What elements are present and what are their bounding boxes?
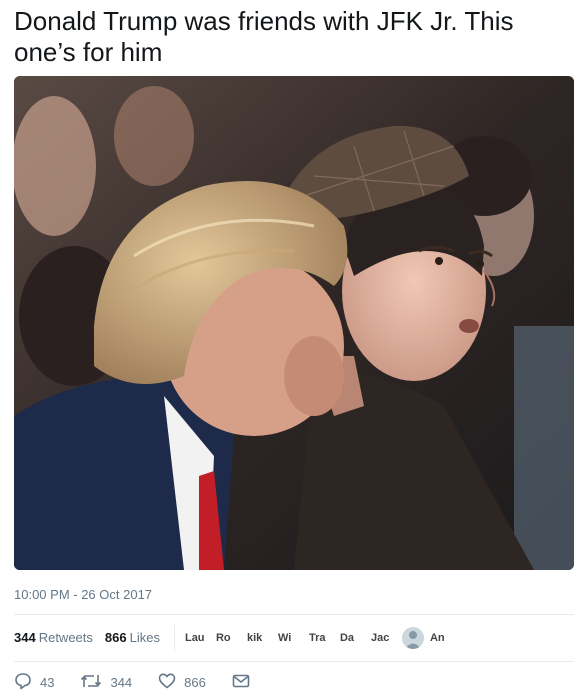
retweets-stat[interactable]: 344 Retweets: [14, 630, 93, 645]
retweet-button[interactable]: 344: [80, 672, 132, 693]
retweets-label: Retweets: [38, 630, 93, 645]
divider: [14, 661, 574, 662]
tweet-timestamp[interactable]: 10:00 PM - 26 Oct 2017: [14, 587, 152, 602]
tweet-photo[interactable]: [14, 76, 574, 570]
likes-label: Likes: [129, 630, 160, 645]
liker-avatar[interactable]: An: [430, 629, 456, 647]
stats-separator: [173, 624, 175, 651]
like-count: 866: [184, 675, 206, 690]
liker-avatar[interactable]: Tra: [309, 629, 335, 647]
reply-icon: [14, 672, 40, 693]
retweet-icon: [80, 672, 110, 693]
liker-avatars: Lau Ro kik Wi Tra Da Jac An: [185, 626, 461, 649]
liker-avatar[interactable]: Lau: [185, 629, 211, 647]
liker-avatar[interactable]: Ro: [216, 629, 242, 647]
default-avatar-icon[interactable]: [401, 626, 424, 649]
liker-avatar[interactable]: Jac: [371, 629, 397, 647]
envelope-icon: [232, 673, 258, 692]
heart-icon: [158, 672, 184, 693]
liker-avatar[interactable]: Da: [340, 629, 366, 647]
tweet-text: Donald Trump was friends with JFK Jr. Th…: [14, 6, 514, 67]
liker-avatar[interactable]: kik: [247, 629, 273, 647]
like-button[interactable]: 866: [158, 672, 206, 693]
likes-count: 866: [104, 630, 127, 645]
reply-button[interactable]: 43: [14, 672, 54, 693]
direct-message-button[interactable]: [232, 673, 258, 692]
liker-avatar[interactable]: Wi: [278, 629, 304, 647]
reply-count: 43: [40, 675, 55, 690]
likes-stat[interactable]: 866 Likes: [105, 630, 160, 645]
retweet-count: 344: [110, 675, 133, 690]
tweet-stats: 344 Retweets 866 Likes Lau Ro kik Wi Tra D…: [14, 614, 574, 661]
retweets-count: 344: [14, 630, 36, 645]
tweet-actions: 43 344 866: [14, 672, 284, 693]
